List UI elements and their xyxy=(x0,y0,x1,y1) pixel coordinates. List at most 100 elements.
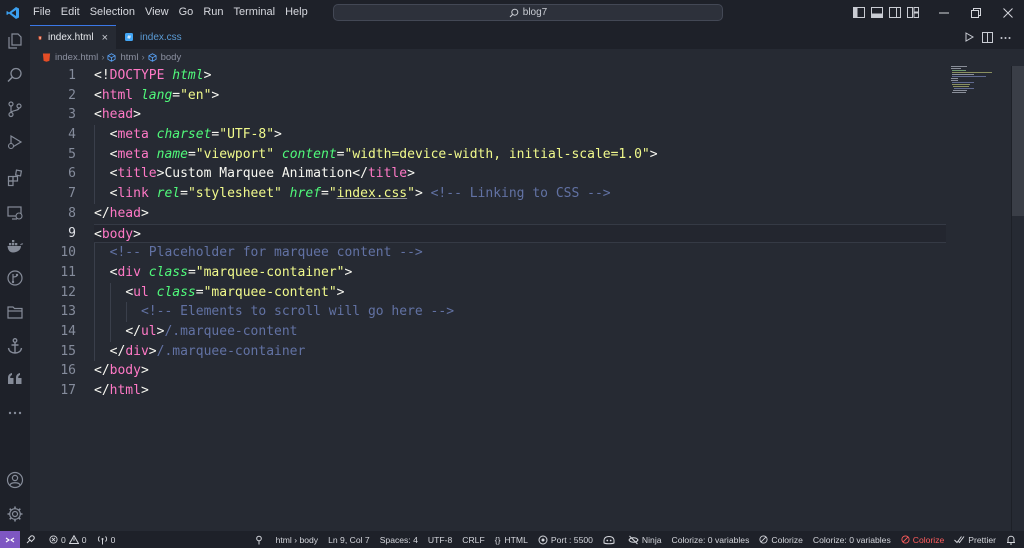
tab-index-html[interactable]: index.html × xyxy=(30,25,116,49)
breadcrumb-body[interactable]: body xyxy=(148,52,181,63)
source-control-icon[interactable] xyxy=(4,98,26,120)
line-number-gutter: 1 2 3 4 5 6 7 8 9 10 11 12 13 14 15 16 1… xyxy=(30,66,76,401)
tab-index-css[interactable]: # index.css xyxy=(116,25,192,49)
circle-slash-icon xyxy=(901,535,910,544)
menu-go[interactable]: Go xyxy=(174,0,199,25)
toggle-panel-icon[interactable] xyxy=(868,5,886,20)
code-editor[interactable]: 1 2 3 4 5 6 7 8 9 10 11 12 13 14 15 16 1… xyxy=(30,66,1024,531)
activity-bar xyxy=(0,25,30,531)
extensions-icon[interactable] xyxy=(4,167,26,189)
toggle-secondary-sidebar-icon[interactable] xyxy=(886,5,904,20)
notifications-bell-icon[interactable] xyxy=(1001,535,1024,545)
run-file-icon[interactable] xyxy=(960,30,978,44)
menu-file[interactable]: File xyxy=(28,0,56,25)
breadcrumb-separator: › xyxy=(101,52,105,63)
menu-edit[interactable]: Edit xyxy=(56,0,85,25)
more-actions-icon[interactable] xyxy=(996,30,1014,44)
prettier-status[interactable]: Prettier xyxy=(949,535,1001,545)
vertical-scrollbar[interactable] xyxy=(1012,66,1024,531)
pin-icon xyxy=(255,535,262,544)
explorer-icon[interactable] xyxy=(4,30,26,52)
search-view-icon[interactable] xyxy=(4,64,26,86)
menu-run[interactable]: Run xyxy=(198,0,228,25)
restore-icon[interactable] xyxy=(960,0,992,25)
symbol-breadcrumb[interactable]: html › body xyxy=(271,535,324,545)
layout-controls xyxy=(850,5,922,20)
line-number: 11 xyxy=(60,264,76,280)
git-graph-icon[interactable] xyxy=(4,267,26,289)
line-number: 6 xyxy=(68,166,76,182)
menu-help[interactable]: Help xyxy=(280,0,313,25)
code-line: </head> xyxy=(94,205,149,221)
menu-bar: File Edit Selection View Go Run Terminal… xyxy=(28,0,313,25)
code-line: </ul>/.marquee-content xyxy=(94,321,946,342)
accounts-icon[interactable] xyxy=(4,469,26,491)
docker-icon[interactable] xyxy=(4,235,26,257)
copilot-icon[interactable] xyxy=(598,535,623,545)
breadcrumb-status[interactable] xyxy=(250,535,271,545)
ninja-status[interactable]: Ninja xyxy=(623,535,667,545)
encoding[interactable]: UTF-8 xyxy=(423,535,457,545)
quote-icon[interactable] xyxy=(4,368,26,390)
line-number: 3 xyxy=(68,107,76,123)
command-center-search[interactable]: blog7 xyxy=(333,4,723,21)
code-line: <meta charset="UTF-8"> xyxy=(94,125,946,145)
code-line: <html lang="en"> xyxy=(94,87,220,103)
minimap[interactable] xyxy=(951,66,1001,96)
language-mode[interactable]: {} HTML xyxy=(490,535,533,545)
run-debug-icon[interactable] xyxy=(4,131,26,153)
code-line: </html> xyxy=(94,383,149,398)
menu-terminal[interactable]: Terminal xyxy=(229,0,281,25)
status-bar: 0 0 0 html › body Ln 9, Col 7 Spaces: 4 … xyxy=(0,531,1024,548)
code-line: <head> xyxy=(94,107,141,123)
line-number: 16 xyxy=(60,363,76,379)
live-share-icon[interactable] xyxy=(20,534,44,545)
scrollbar-thumb[interactable] xyxy=(1012,66,1024,216)
code-area: <!DOCTYPE html> <html lang="en"> <head> … xyxy=(94,66,946,401)
breadcrumb: index.html › html › body xyxy=(30,49,1024,66)
html5-icon xyxy=(42,53,51,62)
minimize-icon[interactable] xyxy=(928,0,960,25)
anchor-icon[interactable] xyxy=(4,335,26,357)
search-text: blog7 xyxy=(522,7,548,18)
ports-indicator[interactable]: 0 xyxy=(92,535,121,545)
close-window-icon[interactable] xyxy=(992,0,1024,25)
split-editor-icon[interactable] xyxy=(978,30,996,44)
menu-view[interactable]: View xyxy=(140,0,174,25)
css-file-icon: # xyxy=(125,33,133,41)
colorize-toggle-1[interactable]: Colorize xyxy=(754,535,808,545)
colorize-toggle-2[interactable]: Colorize xyxy=(896,535,950,545)
project-manager-icon[interactable] xyxy=(4,301,26,323)
code-line: <link rel="stylesheet" href="index.css">… xyxy=(94,184,946,204)
css-file-link[interactable]: index.css xyxy=(337,186,407,201)
line-number: 12 xyxy=(60,284,76,300)
code-line: <!-- Elements to scroll will go here --> xyxy=(94,302,946,322)
live-server-port[interactable]: Port : 5500 xyxy=(533,535,598,545)
manage-gear-icon[interactable] xyxy=(4,503,26,525)
remote-explorer-icon[interactable] xyxy=(4,202,26,224)
editor-actions xyxy=(960,30,1014,44)
element-cube-icon xyxy=(107,53,116,62)
svg-text:#: # xyxy=(127,35,132,41)
customize-layout-icon[interactable] xyxy=(904,5,922,20)
line-number: 1 xyxy=(68,68,76,83)
remote-indicator-icon[interactable] xyxy=(0,531,20,548)
end-of-line[interactable]: CRLF xyxy=(457,535,489,545)
close-tab-icon[interactable]: × xyxy=(102,32,108,44)
indentation[interactable]: Spaces: 4 xyxy=(375,535,423,545)
double-check-icon xyxy=(954,536,965,544)
colorize-variables-1[interactable]: Colorize: 0 variables xyxy=(667,535,755,545)
window-controls xyxy=(928,0,1024,25)
breadcrumb-file[interactable]: index.html xyxy=(42,52,98,63)
cursor-position[interactable]: Ln 9, Col 7 xyxy=(323,535,375,545)
line-number: 8 xyxy=(68,205,76,221)
colorize-variables-2[interactable]: Colorize: 0 variables xyxy=(808,535,896,545)
menu-selection[interactable]: Selection xyxy=(85,0,140,25)
code-line: <title>Custom Marquee Animation</title> xyxy=(94,164,946,185)
line-number: 5 xyxy=(68,146,76,162)
more-views-icon[interactable] xyxy=(4,402,26,424)
breadcrumb-html[interactable]: html xyxy=(107,52,138,63)
toggle-primary-sidebar-icon[interactable] xyxy=(850,5,868,20)
problems-indicator[interactable]: 0 0 xyxy=(44,535,92,545)
code-line: <meta name="viewport" content="width=dev… xyxy=(94,144,946,165)
